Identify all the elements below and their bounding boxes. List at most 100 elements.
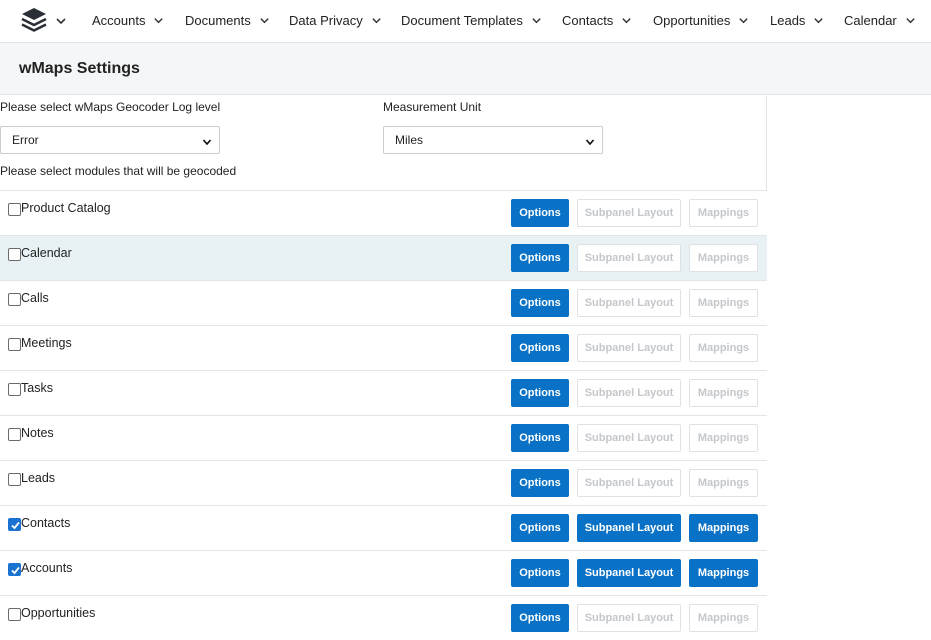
module-checkbox[interactable] bbox=[8, 428, 21, 441]
nav-item-data-privacy[interactable]: Data Privacy bbox=[289, 0, 382, 40]
top-navigation: Accounts Documents Data Privacy Document… bbox=[0, 0, 931, 40]
options-button[interactable]: Options bbox=[511, 469, 569, 497]
subpanel-layout-button[interactable]: Subpanel Layout bbox=[577, 334, 681, 362]
module-name: Contacts bbox=[21, 516, 71, 530]
chevron-down-icon bbox=[371, 15, 382, 26]
nav-item-document-templates[interactable]: Document Templates bbox=[401, 0, 542, 40]
nav-item-label: Contacts bbox=[562, 12, 614, 28]
mappings-button[interactable]: Mappings bbox=[689, 199, 758, 227]
nav-item-label: Opportunities bbox=[653, 12, 731, 28]
module-row-meetings: Meetings Options Subpanel Layout Mappings bbox=[0, 325, 767, 370]
nav-item-label: Document Templates bbox=[401, 12, 523, 28]
checkmark-icon bbox=[11, 521, 20, 530]
modules-list: Product Catalog Options Subpanel Layout Map… bbox=[0, 190, 767, 640]
module-name: Opportunities bbox=[21, 606, 96, 620]
measurement-unit-value: Miles bbox=[395, 133, 424, 147]
subpanel-layout-button[interactable]: Subpanel Layout bbox=[577, 244, 681, 272]
nav-item-accounts[interactable]: Accounts bbox=[92, 0, 164, 40]
chevron-down-icon bbox=[153, 15, 164, 26]
module-name: Calls bbox=[21, 291, 49, 305]
settings-panel: Please select wMaps Geocoder Log level E… bbox=[0, 96, 767, 640]
nav-item-documents[interactable]: Documents bbox=[185, 0, 270, 40]
options-button[interactable]: Options bbox=[511, 559, 569, 587]
module-row-calls: Calls Options Subpanel Layout Mappings bbox=[0, 280, 767, 325]
module-row-accounts: Accounts Options Subpanel Layout Mappings bbox=[0, 550, 767, 595]
subpanel-layout-button[interactable]: Subpanel Layout bbox=[577, 379, 681, 407]
mappings-button[interactable]: Mappings bbox=[689, 244, 758, 272]
module-name: Tasks bbox=[21, 381, 53, 395]
mappings-button[interactable]: Mappings bbox=[689, 379, 758, 407]
chevron-down-icon bbox=[202, 136, 212, 146]
module-checkbox[interactable] bbox=[8, 248, 21, 261]
module-checkbox[interactable] bbox=[8, 338, 21, 351]
module-name: Meetings bbox=[21, 336, 72, 350]
chevron-down-icon bbox=[585, 136, 595, 146]
options-button[interactable]: Options bbox=[511, 424, 569, 452]
nav-item-leads[interactable]: Leads bbox=[770, 0, 824, 40]
module-row-opportunities: Opportunities Options Subpanel Layout Mappi… bbox=[0, 595, 767, 640]
mappings-button[interactable]: Mappings bbox=[689, 514, 758, 542]
nav-item-label: Accounts bbox=[92, 12, 146, 28]
options-button[interactable]: Options bbox=[511, 334, 569, 362]
mappings-button[interactable]: Mappings bbox=[689, 469, 758, 497]
module-checkbox[interactable] bbox=[8, 473, 21, 486]
log-level-label: Please select wMaps Geocoder Log level bbox=[0, 100, 221, 114]
module-name: Product Catalog bbox=[21, 201, 111, 215]
chevron-down-icon bbox=[259, 15, 270, 26]
mappings-button[interactable]: Mappings bbox=[689, 424, 758, 452]
options-button[interactable]: Options bbox=[511, 199, 569, 227]
subpanel-layout-button[interactable]: Subpanel Layout bbox=[577, 199, 681, 227]
module-checkbox[interactable] bbox=[8, 608, 21, 621]
module-row-product-catalog: Product Catalog Options Subpanel Layout Map… bbox=[0, 190, 767, 235]
module-checkbox[interactable] bbox=[8, 518, 21, 531]
stack-logo-icon[interactable] bbox=[20, 7, 48, 33]
module-name: Leads bbox=[21, 471, 56, 485]
options-button[interactable]: Options bbox=[511, 289, 569, 317]
chevron-down-icon bbox=[738, 15, 749, 26]
nav-item-label: Data Privacy bbox=[289, 12, 363, 28]
chevron-down-icon bbox=[905, 15, 916, 26]
subpanel-layout-button[interactable]: Subpanel Layout bbox=[577, 604, 681, 632]
module-name: Notes bbox=[21, 426, 54, 440]
mappings-button[interactable]: Mappings bbox=[689, 559, 758, 587]
module-row-notes: Notes Options Subpanel Layout Mappings bbox=[0, 415, 767, 460]
options-button[interactable]: Options bbox=[511, 604, 569, 632]
nav-item-label: Documents bbox=[185, 12, 251, 28]
options-button[interactable]: Options bbox=[511, 379, 569, 407]
log-level-value: Error bbox=[12, 133, 39, 147]
module-row-calendar: Calendar Options Subpanel Layout Mappings bbox=[0, 235, 767, 280]
module-row-tasks: Tasks Options Subpanel Layout Mappings bbox=[0, 370, 767, 415]
subpanel-layout-button[interactable]: Subpanel Layout bbox=[577, 559, 681, 587]
module-checkbox[interactable] bbox=[8, 563, 21, 576]
page-header: wMaps Settings bbox=[0, 42, 931, 95]
chevron-down-icon bbox=[813, 15, 824, 26]
measurement-unit-select[interactable]: Miles bbox=[383, 126, 603, 154]
module-row-leads: Leads Options Subpanel Layout Mappings bbox=[0, 460, 767, 505]
subpanel-layout-button[interactable]: Subpanel Layout bbox=[577, 514, 681, 542]
mappings-button[interactable]: Mappings bbox=[689, 604, 758, 632]
measurement-unit-label: Measurement Unit bbox=[383, 100, 482, 114]
nav-item-opportunities[interactable]: Opportunities bbox=[653, 0, 749, 40]
options-button[interactable]: Options bbox=[511, 244, 569, 272]
checkmark-icon bbox=[11, 566, 20, 575]
chevron-down-icon bbox=[621, 15, 632, 26]
nav-item-label: Leads bbox=[770, 12, 806, 28]
module-checkbox[interactable] bbox=[8, 383, 21, 396]
mappings-button[interactable]: Mappings bbox=[689, 334, 758, 362]
module-checkbox[interactable] bbox=[8, 293, 21, 306]
subpanel-layout-button[interactable]: Subpanel Layout bbox=[577, 424, 681, 452]
subpanel-layout-button[interactable]: Subpanel Layout bbox=[577, 469, 681, 497]
chevron-down-icon[interactable] bbox=[55, 14, 67, 26]
module-row-contacts: Contacts Options Subpanel Layout Mappings bbox=[0, 505, 767, 550]
module-name: Calendar bbox=[21, 246, 72, 260]
nav-item-label: Calendar bbox=[844, 12, 897, 28]
module-checkbox[interactable] bbox=[8, 203, 21, 216]
options-button[interactable]: Options bbox=[511, 514, 569, 542]
nav-item-contacts[interactable]: Contacts bbox=[562, 0, 632, 40]
mappings-button[interactable]: Mappings bbox=[689, 289, 758, 317]
modules-label: Please select modules that will be geoco… bbox=[0, 164, 237, 178]
subpanel-layout-button[interactable]: Subpanel Layout bbox=[577, 289, 681, 317]
nav-item-calendar[interactable]: Calendar bbox=[844, 0, 916, 40]
page-title: wMaps Settings bbox=[19, 60, 140, 77]
log-level-select[interactable]: Error bbox=[0, 126, 220, 154]
